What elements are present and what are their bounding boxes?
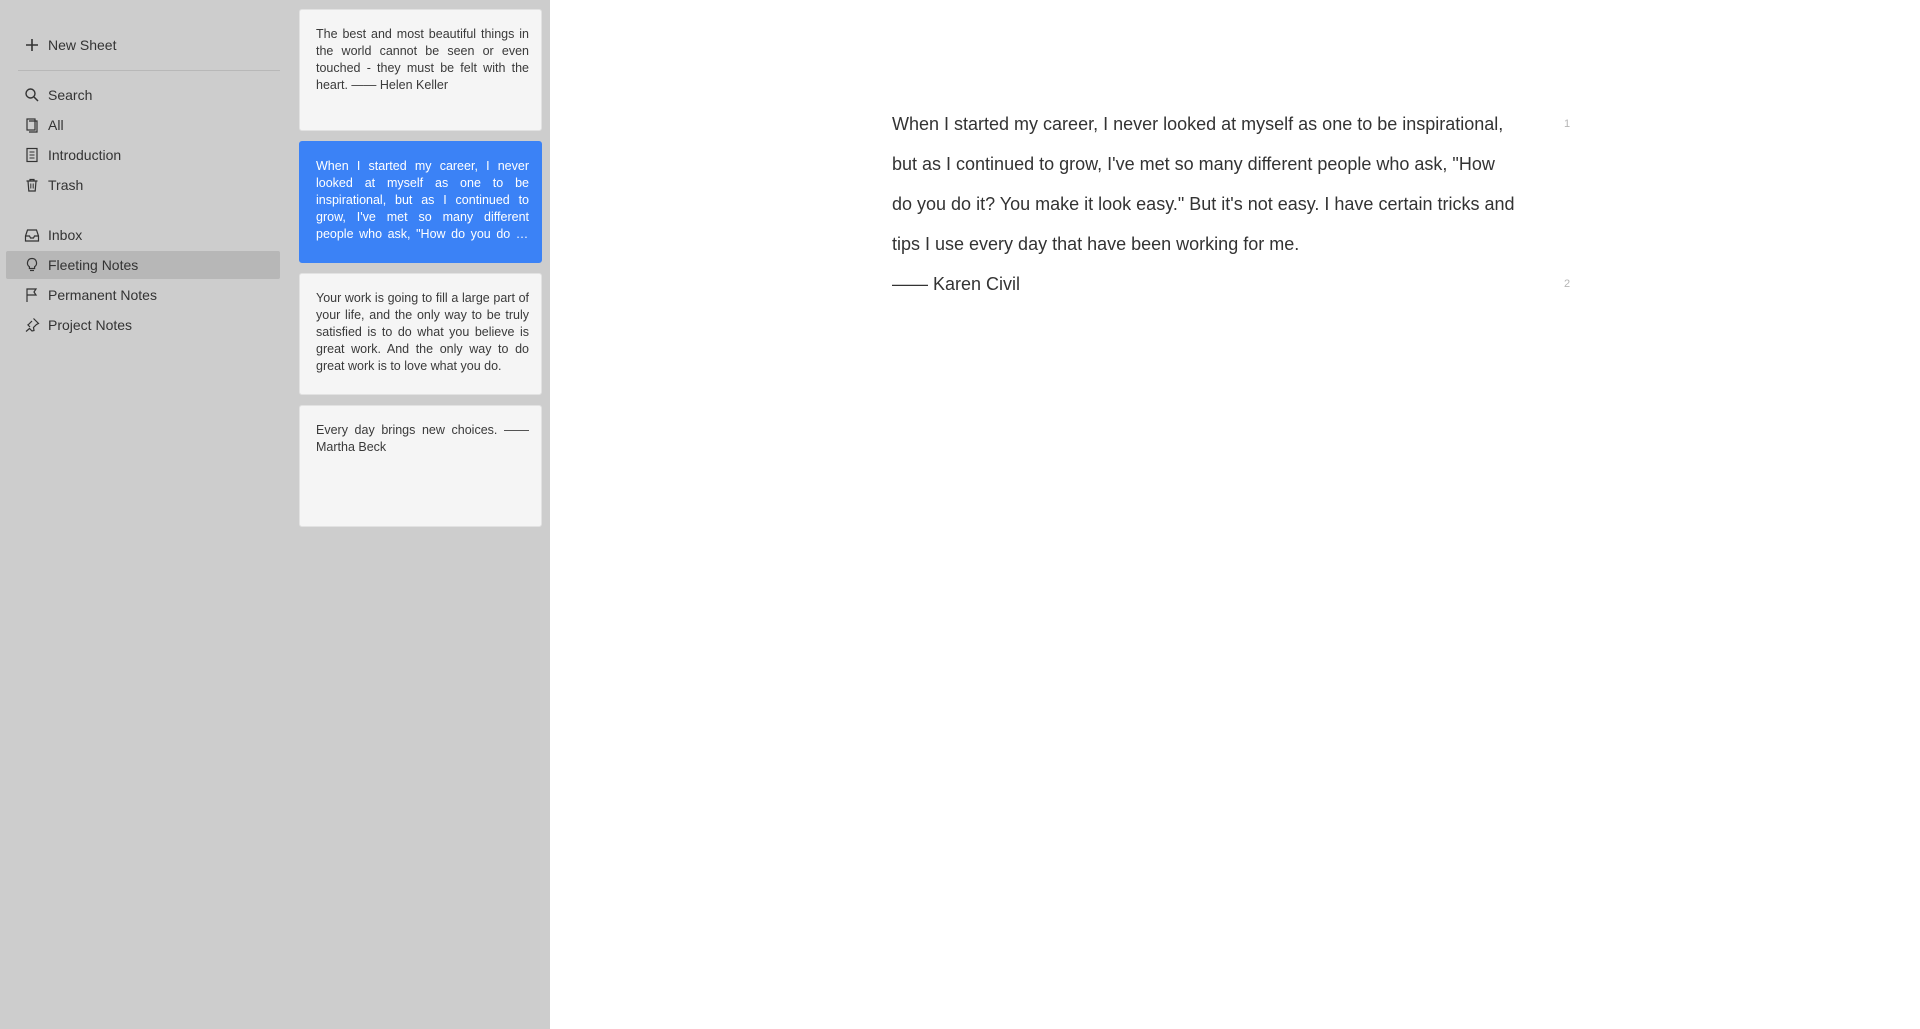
document-icon: [24, 147, 40, 163]
note-preview: When I started my career, I never looked…: [316, 159, 529, 241]
note-preview: Your work is going to fill a large part …: [316, 291, 529, 373]
editor-paragraph[interactable]: —— Karen Civil 2: [892, 264, 1570, 304]
note-card[interactable]: Every day brings new choices. —— Martha …: [299, 405, 542, 527]
inbox-icon: [24, 227, 40, 243]
sidebar-item-permanent-notes[interactable]: Permanent Notes: [6, 281, 280, 309]
sidebar-item-all[interactable]: All: [6, 111, 280, 139]
sidebar-item-search[interactable]: Search: [6, 81, 280, 109]
new-sheet-button[interactable]: New Sheet: [6, 31, 280, 59]
sidebar-item-label: Search: [48, 87, 93, 103]
sidebar-item-label: Inbox: [48, 227, 83, 243]
paragraph-text[interactable]: When I started my career, I never looked…: [892, 104, 1517, 264]
note-preview: Every day brings new choices. —— Martha …: [316, 423, 529, 454]
editor[interactable]: When I started my career, I never looked…: [550, 0, 1920, 1029]
library-icon: [24, 117, 40, 133]
note-card[interactable]: The best and most beautiful things in th…: [299, 9, 542, 131]
sidebar-item-inbox[interactable]: Inbox: [6, 221, 280, 249]
pin-icon: [24, 317, 40, 333]
note-card-selected[interactable]: When I started my career, I never looked…: [299, 141, 542, 263]
sidebar-item-trash[interactable]: Trash: [6, 171, 280, 199]
flag-icon: [24, 287, 40, 303]
plus-icon: [24, 37, 40, 53]
sidebar-item-label: Introduction: [48, 147, 122, 163]
new-sheet-label: New Sheet: [48, 37, 117, 53]
trash-icon: [24, 177, 40, 193]
note-card[interactable]: Your work is going to fill a large part …: [299, 273, 542, 395]
sidebar-item-introduction[interactable]: Introduction: [6, 141, 280, 169]
editor-content[interactable]: When I started my career, I never looked…: [892, 104, 1570, 304]
note-preview: The best and most beautiful things in th…: [316, 27, 529, 92]
sidebar-item-project-notes[interactable]: Project Notes: [6, 311, 280, 339]
line-number: 2: [1564, 278, 1571, 290]
line-number: 1: [1564, 118, 1571, 130]
paragraph-text[interactable]: —— Karen Civil: [892, 264, 1517, 304]
notes-list: The best and most beautiful things in th…: [299, 0, 550, 1029]
sidebar-divider: [18, 70, 280, 71]
search-icon: [24, 87, 40, 103]
lightbulb-icon: [24, 257, 40, 273]
sidebar-item-label: Permanent Notes: [48, 287, 157, 303]
sidebar-item-label: Project Notes: [48, 317, 133, 333]
sidebar-item-label: Fleeting Notes: [48, 257, 139, 273]
sidebar: New Sheet Search All Introduction Trash …: [0, 0, 299, 1029]
sidebar-item-label: Trash: [48, 177, 84, 193]
sidebar-item-label: All: [48, 117, 64, 133]
editor-paragraph[interactable]: When I started my career, I never looked…: [892, 104, 1570, 264]
sidebar-item-fleeting-notes[interactable]: Fleeting Notes: [6, 251, 280, 279]
